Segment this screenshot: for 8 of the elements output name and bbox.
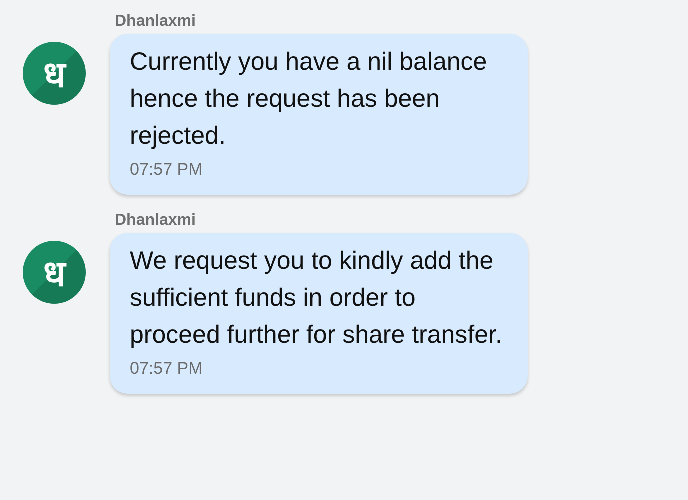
avatar-icon: ध [23,42,86,105]
avatar-icon: ध [23,241,86,304]
sender-name: Dhanlaxmi [115,12,197,32]
message-time: 07:57 PM [130,159,204,181]
message-time: 07:57 PM [130,358,204,380]
sender-name: Dhanlaxmi [115,211,197,231]
message-text: Currently you have a nil balance hence the request has been rejected. [130,47,488,152]
message-text: We request you to kindly add the sufficient funds in order to proceed further for share transfer. [130,246,504,351]
